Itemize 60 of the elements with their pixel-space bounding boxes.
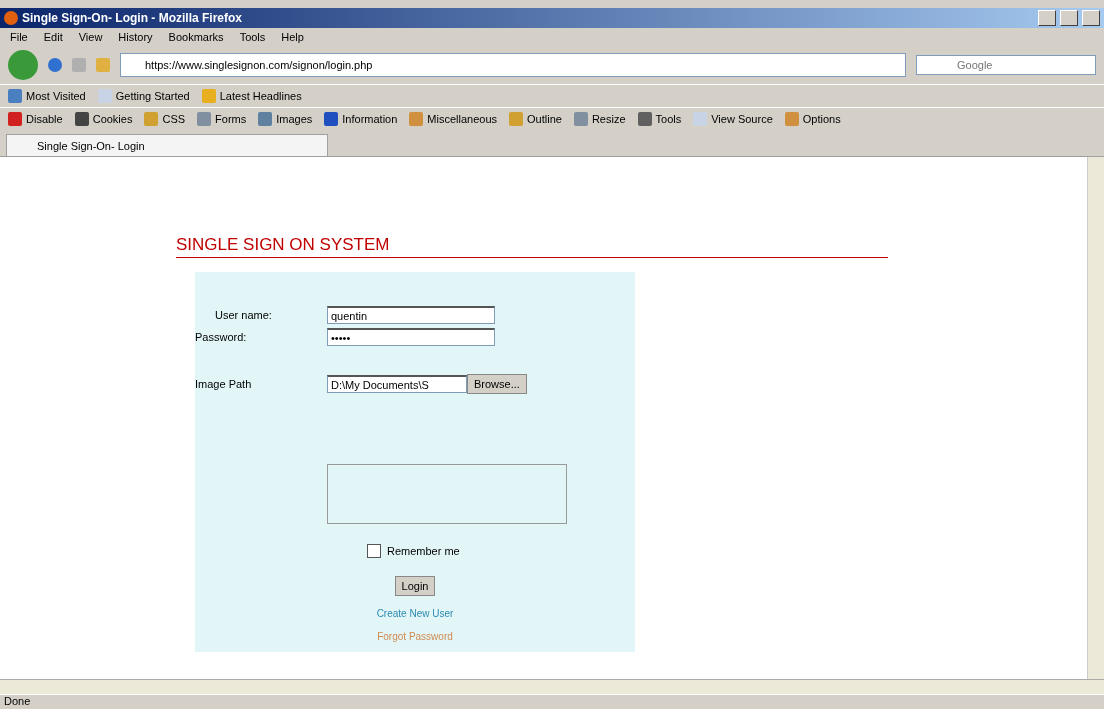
field-label: User name: [214, 309, 273, 321]
toolbar-item[interactable]: CSS [144, 112, 186, 126]
toolbar-item[interactable]: Cookies [74, 112, 133, 126]
username-field[interactable]: quentin [327, 306, 495, 324]
back-button[interactable] [8, 50, 38, 80]
page-heading: SINGLE SIGN ON SYSTEM [176, 235, 888, 258]
vertical-scrollbar[interactable] [1087, 157, 1104, 679]
toolbar-icon [324, 112, 339, 126]
status-text: Done [0, 694, 1104, 709]
toolbar-item[interactable]: Options [784, 112, 841, 126]
login-button[interactable]: Login [394, 576, 436, 596]
bookmark-icon [8, 89, 22, 103]
bookmark-item[interactable]: Getting Started [97, 89, 190, 103]
toolbar-item[interactable]: View Source [693, 112, 773, 126]
minimize-button[interactable] [1038, 10, 1056, 26]
toolbar-icon [637, 112, 652, 126]
password-field[interactable]: ••••• [327, 328, 495, 346]
toolbar-icon [573, 112, 588, 126]
field-label: Image Path [195, 378, 253, 390]
browser-tab[interactable]: Single Sign-On- Login [6, 134, 328, 156]
bookmark-item[interactable]: Most Visited [8, 89, 86, 103]
bookmark-item[interactable]: Latest Headlines [201, 89, 302, 103]
bookmark-icon [201, 89, 216, 103]
toolbar-icon [8, 112, 22, 126]
text-area[interactable] [327, 464, 567, 524]
menu-item[interactable]: File [10, 31, 28, 43]
toolbar-item[interactable]: Miscellaneous [409, 112, 498, 126]
window-title: Single Sign-On- Login - Mozilla Firefox [22, 11, 243, 25]
menu-item[interactable]: Edit [43, 31, 63, 43]
horizontal-scrollbar[interactable] [0, 679, 1104, 694]
link[interactable]: Create New User [376, 608, 454, 619]
field-label: Password: [195, 331, 248, 343]
toolbar-item[interactable]: Information [324, 112, 398, 126]
toolbar-icon [784, 112, 799, 126]
toolbar-icon [258, 112, 273, 126]
address-field[interactable]: https://www.singlesignon.com/signon/login.php [120, 53, 906, 77]
menu-item[interactable]: History [118, 31, 153, 43]
toolbar-icon [409, 112, 424, 126]
menu-item[interactable]: View [78, 31, 103, 43]
toolbar-icon [693, 112, 708, 126]
toolbar-icon [509, 112, 524, 126]
toolbar-icon [74, 112, 89, 126]
menu-item[interactable]: Tools [239, 31, 266, 43]
maximize-button[interactable] [1060, 10, 1078, 26]
file-path-field[interactable]: D:\My Documents\S [327, 375, 467, 393]
toolbar-item[interactable]: Images [258, 112, 313, 126]
remember-checkbox[interactable]: Remember me [367, 544, 635, 558]
menu-item[interactable]: Bookmarks [168, 31, 224, 43]
toolbar-item[interactable]: Resize [573, 112, 626, 126]
toolbar-icon [197, 112, 212, 126]
search-field[interactable]: Google [916, 55, 1096, 75]
close-button[interactable] [1082, 10, 1100, 26]
menu-item[interactable]: Help [281, 31, 304, 43]
toolbar-item[interactable]: Tools [637, 112, 682, 126]
toolbar-icon [144, 112, 159, 126]
toolbar-item[interactable]: Outline [509, 112, 562, 126]
browse-button[interactable]: Browse... [467, 374, 527, 394]
toolbar-item[interactable]: Disable [8, 112, 63, 126]
toolbar-item[interactable]: Forms [197, 112, 247, 126]
bookmark-icon [97, 89, 112, 103]
